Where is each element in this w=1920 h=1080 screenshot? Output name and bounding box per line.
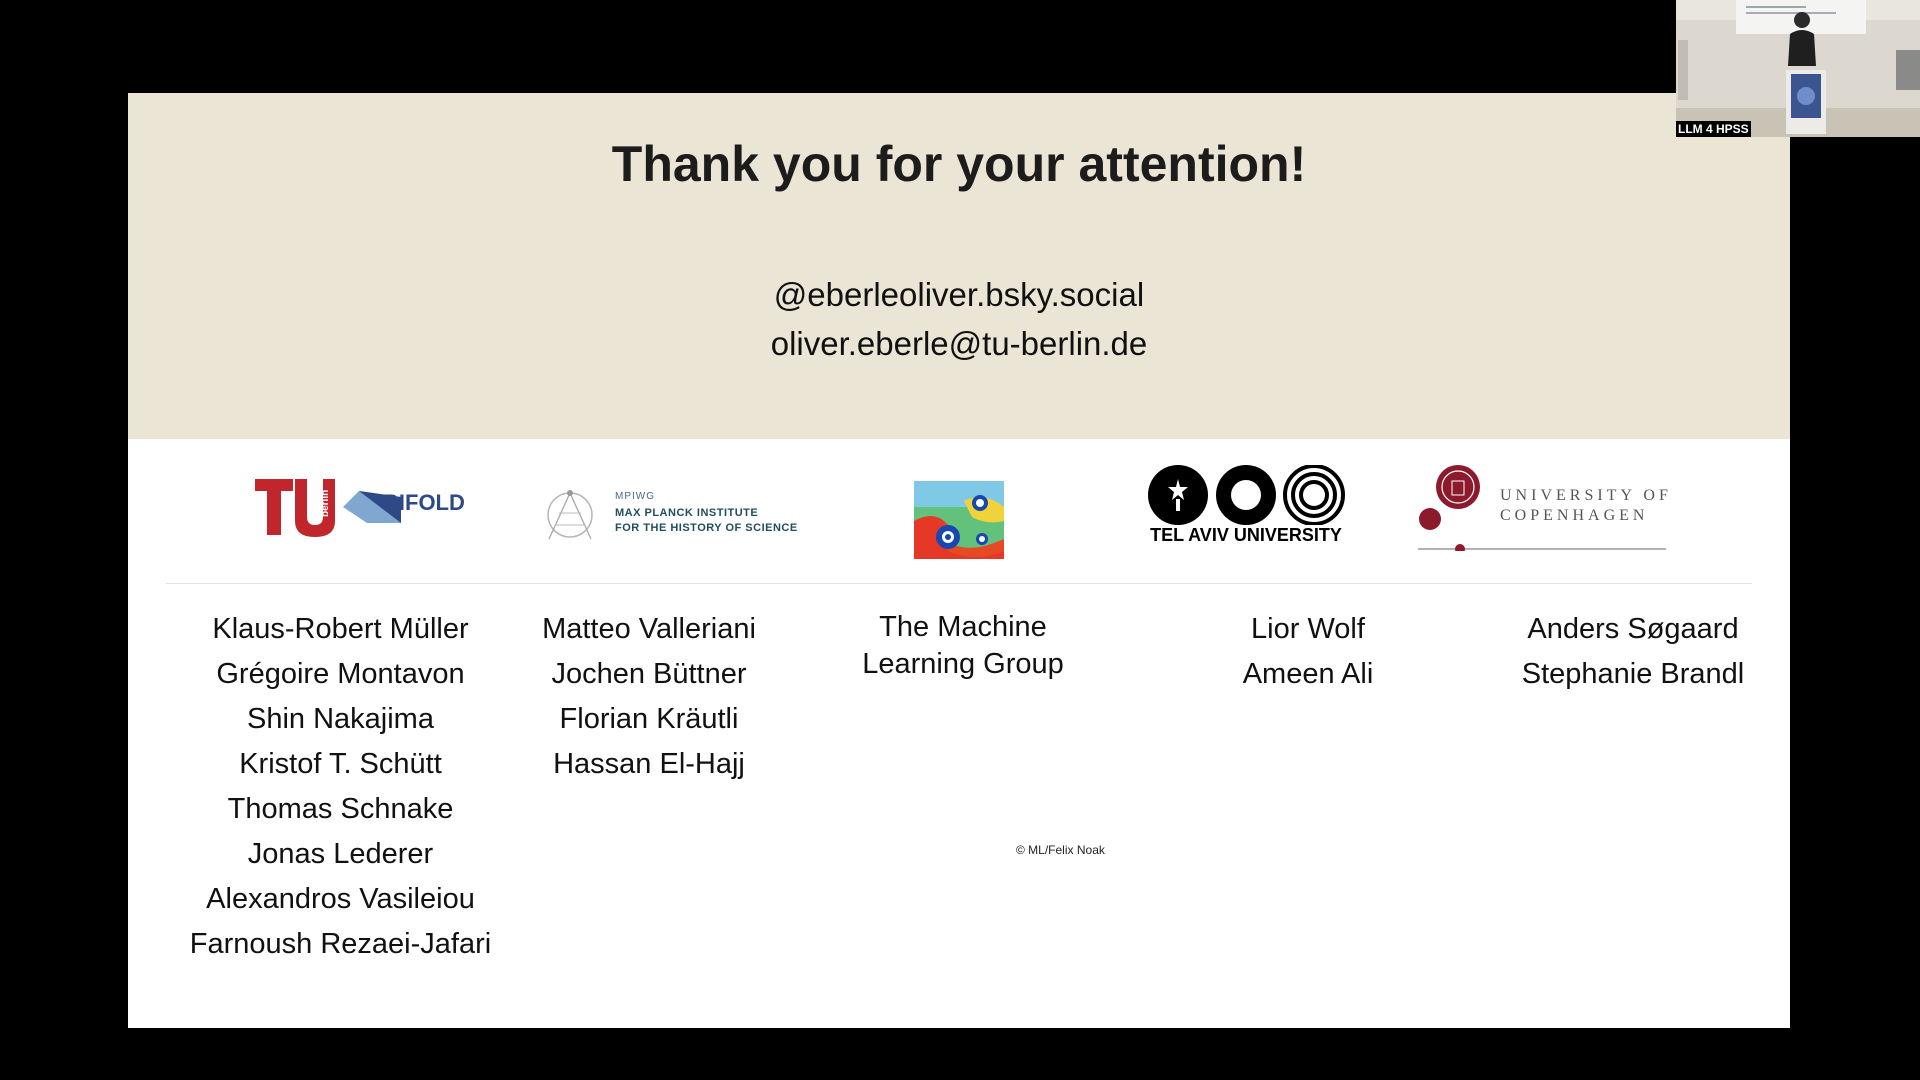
- image-credit: © ML/Felix Noak: [1016, 843, 1105, 857]
- svg-text:berlin: berlin: [320, 490, 331, 517]
- name-item: Alexandros Vasileiou: [206, 883, 475, 915]
- name-item: Thomas Schnake: [227, 793, 454, 825]
- name-item: Jochen Büttner: [551, 658, 747, 690]
- university-of-copenhagen-logo: UNIVERSITY OF COPENHAGEN: [1418, 465, 1680, 554]
- name-item: Jonas Lederer: [247, 838, 434, 870]
- webcam-video-icon: [1676, 0, 1920, 137]
- slide-title: Thank you for your attention!: [611, 136, 1307, 192]
- copenhagen-line1: UNIVERSITY OF: [1500, 487, 1672, 504]
- name-item: Florian Kräutli: [559, 703, 739, 735]
- mpiwg-acronym: MPIWG: [615, 491, 655, 502]
- mpiwg-line2: FOR THE HISTORY OF SCIENCE: [615, 522, 798, 534]
- name-item: Stephanie Brandl: [1521, 658, 1745, 690]
- tu-berlin-names: Klaus-Robert Müller Grégoire Montavon Sh…: [148, 607, 533, 967]
- name-item: Lior Wolf: [1251, 613, 1365, 645]
- tau-wordmark: TEL AVIV UNIVERSITY: [1150, 525, 1342, 545]
- name-item: Shin Nakajima: [247, 703, 434, 735]
- slide-header: Thank you for your attention! @eberleoli…: [128, 93, 1790, 439]
- mpiwg-line1: MAX PLANCK INSTITUTE: [615, 507, 759, 519]
- tel-aviv-names: Lior Wolf Ameen Ali: [1208, 607, 1408, 697]
- ml-group-line1: The Machine: [879, 611, 1047, 643]
- webcam-label: LLM 4 HPSS: [1676, 121, 1751, 137]
- name-item: Matteo Valleriani: [542, 613, 756, 645]
- bifold-label: BIFOLD: [383, 490, 465, 515]
- webcam-thumbnail[interactable]: [1676, 0, 1920, 137]
- tau-circles-icon: [1148, 464, 1345, 526]
- email-address: oliver.eberle@tu-berlin.de: [770, 325, 1148, 362]
- name-item: Anders Søgaard: [1527, 613, 1739, 645]
- ml-group-name: The Machine Learning Group: [828, 609, 1098, 683]
- name-item: Ameen Ali: [1242, 658, 1374, 690]
- mpiwg-names: Matteo Valleriani Jochen Büttner Florian…: [504, 607, 794, 787]
- copenhagen-line2: COPENHAGEN: [1500, 507, 1649, 524]
- video-frame: Thank you for your attention! @eberleoli…: [0, 0, 1920, 1080]
- name-item: Grégoire Montavon: [216, 658, 465, 690]
- name-item: Hassan El-Hajj: [553, 748, 745, 780]
- copenhagen-names: Anders Søgaard Stephanie Brandl: [1488, 607, 1778, 697]
- name-item: Kristof T. Schütt: [239, 748, 442, 780]
- heatmap-icon: [914, 481, 1004, 559]
- section-divider: [166, 583, 1752, 584]
- tel-aviv-university-logo: TEL AVIV UNIVERSITY: [1146, 464, 1346, 553]
- bluesky-handle: @eberleoliver.bsky.social: [773, 276, 1145, 313]
- name-item: Klaus-Robert Müller: [212, 613, 469, 645]
- mpiwg-logo: MPIWG MAX PLANCK INSTITUTE FOR THE HISTO…: [535, 487, 825, 547]
- name-item: Farnoush Rezaei-Jafari: [189, 928, 492, 960]
- ml-group-line2: Learning Group: [862, 648, 1064, 680]
- ml-group-logo: [914, 481, 1004, 559]
- presentation-slide: Thank you for your attention! @eberleoli…: [128, 93, 1790, 1028]
- minerva-icon: [547, 490, 593, 540]
